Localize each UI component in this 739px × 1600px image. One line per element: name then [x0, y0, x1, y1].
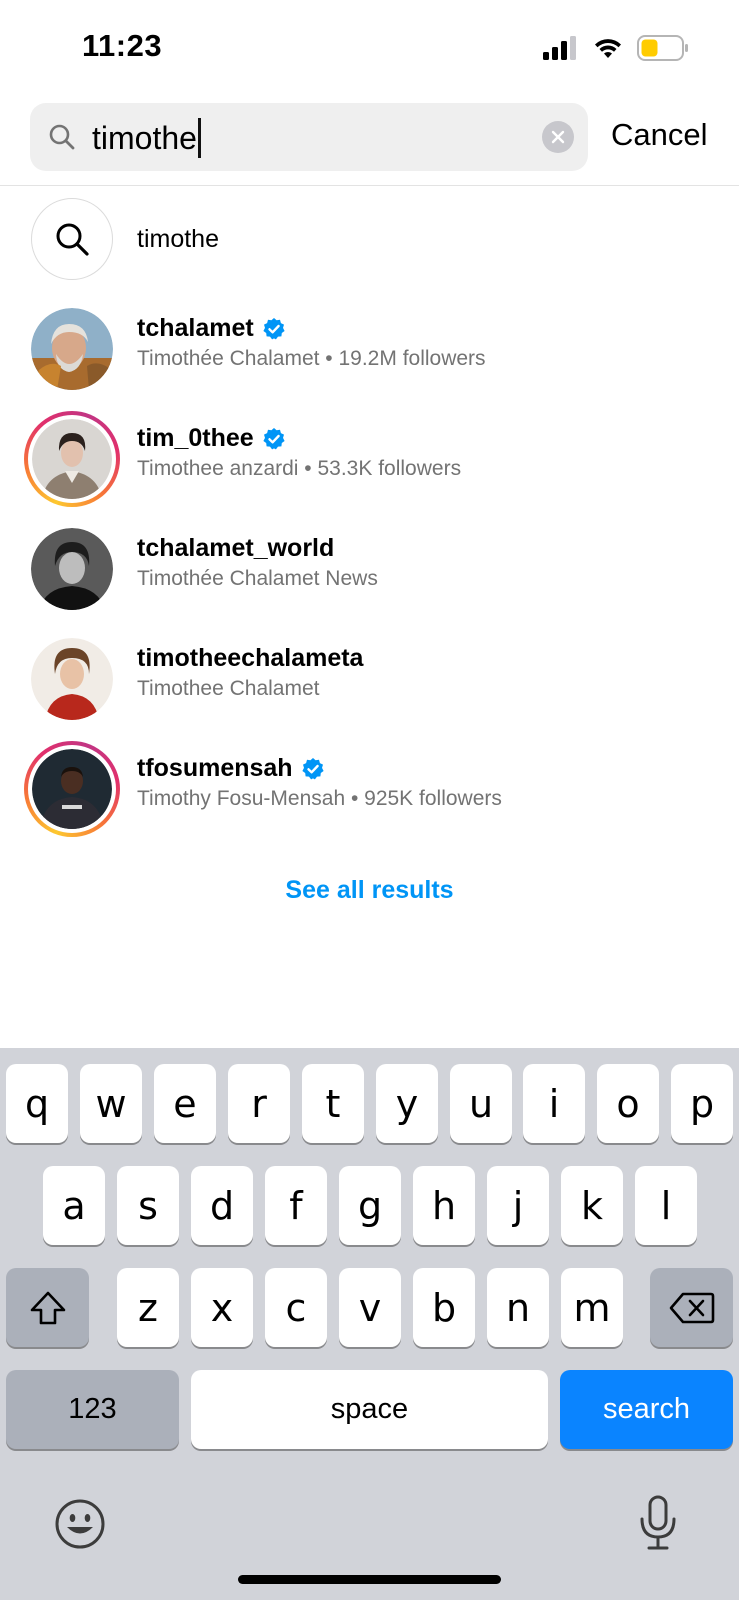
shift-icon — [30, 1291, 65, 1324]
avatar — [31, 528, 113, 610]
clear-button[interactable] — [542, 121, 574, 153]
search-icon — [56, 223, 89, 256]
account-subtitle: Timothée Chalamet • 19.2M followers — [137, 347, 486, 370]
username-text: tim_0thee — [137, 424, 254, 452]
account-username: tim_0thee — [137, 424, 286, 453]
key-v[interactable]: v — [339, 1268, 401, 1347]
key-d[interactable]: d — [191, 1166, 253, 1245]
avatar-story-ring[interactable] — [24, 411, 120, 507]
list-item[interactable]: tchalamet Timothée Chalamet • 19.2M foll… — [0, 299, 739, 399]
verified-badge-icon — [263, 427, 285, 449]
avatar — [32, 419, 112, 499]
key-b[interactable]: b — [413, 1268, 475, 1347]
key-g[interactable]: g — [339, 1166, 401, 1245]
search-icon — [49, 124, 75, 150]
avatar — [31, 638, 113, 720]
key-t[interactable]: t — [302, 1064, 364, 1143]
status-bar: 11:23 — [0, 0, 739, 96]
key-s[interactable]: s — [117, 1166, 179, 1245]
cancel-button[interactable]: Cancel — [611, 117, 708, 153]
list-item[interactable]: tfosumensah Timothy Fosu-Mensah • 925K f… — [0, 739, 739, 839]
avatar-story-ring[interactable] — [24, 741, 120, 837]
divider — [0, 185, 739, 186]
account-subtitle: Timothee anzardi • 53.3K followers — [137, 457, 462, 480]
account-username: tchalamet_world — [137, 534, 334, 563]
key-u[interactable]: u — [450, 1064, 512, 1143]
avatar — [31, 308, 113, 390]
query-suggestion-row[interactable]: timothe — [0, 189, 739, 289]
key-o[interactable]: o — [597, 1064, 659, 1143]
emoji-icon[interactable] — [54, 1498, 106, 1550]
numbers-key[interactable]: 123 — [6, 1370, 179, 1449]
space-key[interactable]: space — [191, 1370, 548, 1449]
account-username: tchalamet — [137, 314, 286, 343]
key-h[interactable]: h — [413, 1166, 475, 1245]
key-l[interactable]: l — [635, 1166, 697, 1245]
key-z[interactable]: z — [117, 1268, 179, 1347]
key-j[interactable]: j — [487, 1166, 549, 1245]
list-item[interactable]: timotheechalameta Timothee Chalamet — [0, 629, 739, 729]
account-subtitle: Timothee Chalamet — [137, 677, 320, 700]
username-text: tchalamet — [137, 314, 254, 342]
verified-badge-icon — [301, 757, 324, 779]
text-caret — [197, 118, 201, 158]
avatar — [32, 749, 112, 829]
query-suggestion-text: timothe — [137, 225, 219, 253]
key-e[interactable]: e — [154, 1064, 216, 1143]
key-y[interactable]: y — [376, 1064, 438, 1143]
microphone-icon[interactable] — [638, 1495, 678, 1551]
key-m[interactable]: m — [561, 1268, 623, 1347]
account-subtitle: Timothée Chalamet News — [137, 567, 378, 590]
key-q[interactable]: q — [6, 1064, 68, 1143]
key-x[interactable]: x — [191, 1268, 253, 1347]
search-query-text: timothe — [92, 119, 197, 156]
username-text: tchalamet_world — [137, 534, 335, 562]
list-item[interactable]: tchalamet_world Timothée Chalamet News — [0, 519, 739, 619]
key-w[interactable]: w — [80, 1064, 142, 1143]
key-p[interactable]: p — [671, 1064, 733, 1143]
account-subtitle: Timothy Fosu-Mensah • 925K followers — [137, 787, 502, 810]
search-field[interactable]: timothe — [30, 103, 588, 171]
keyboard: q w e r t y u i o p a s d f g h j k l z … — [0, 1048, 739, 1600]
username-text: tfosumensah — [137, 754, 293, 782]
search-key[interactable]: search — [560, 1370, 733, 1449]
query-search-icon-circle — [31, 198, 113, 280]
battery-icon — [637, 35, 688, 61]
key-n[interactable]: n — [487, 1268, 549, 1347]
home-indicator[interactable] — [238, 1575, 501, 1584]
username-text: timotheechalameta — [137, 644, 364, 672]
backspace-key[interactable] — [650, 1268, 733, 1347]
see-all-results-link[interactable]: See all results — [0, 876, 739, 905]
key-a[interactable]: a — [43, 1166, 105, 1245]
status-time: 11:23 — [82, 28, 163, 63]
status-icons — [543, 34, 689, 62]
backspace-icon — [669, 1292, 714, 1323]
account-username: tfosumensah — [137, 754, 325, 783]
key-i[interactable]: i — [523, 1064, 585, 1143]
key-k[interactable]: k — [561, 1166, 623, 1245]
wifi-icon — [595, 39, 621, 58]
shift-key[interactable] — [6, 1268, 89, 1347]
key-r[interactable]: r — [228, 1064, 290, 1143]
search-input[interactable]: timothe — [92, 118, 201, 158]
verified-badge-icon — [263, 317, 285, 339]
list-item[interactable]: tim_0thee Timothee anzardi • 53.3K follo… — [0, 409, 739, 509]
signal-icon — [543, 36, 576, 60]
key-f[interactable]: f — [265, 1166, 327, 1245]
key-c[interactable]: c — [265, 1268, 327, 1347]
clear-icon — [551, 130, 565, 144]
account-username: timotheechalameta — [137, 644, 363, 673]
